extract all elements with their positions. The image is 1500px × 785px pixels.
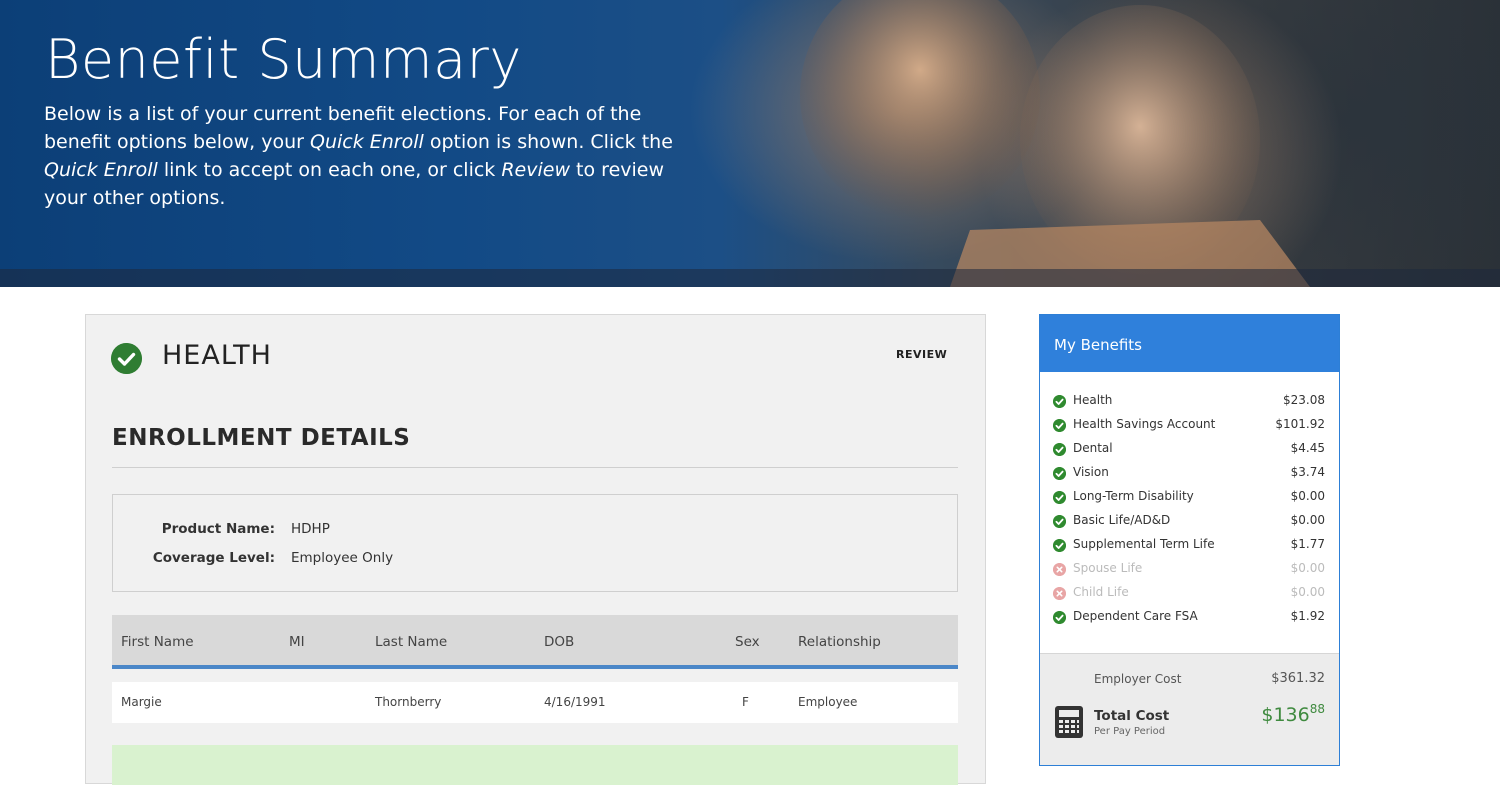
benefit-item[interactable]: Basic Life/AD&D $0.00 bbox=[1040, 513, 1339, 533]
product-name-row: Product Name: HDHP bbox=[113, 521, 959, 541]
benefit-item[interactable]: Dental $4.45 bbox=[1040, 441, 1339, 461]
column-header-mi: MI bbox=[289, 634, 305, 650]
column-header-first-name: First Name bbox=[121, 634, 194, 650]
benefit-amount: $101.92 bbox=[1275, 417, 1325, 431]
benefit-item[interactable]: Child Life $0.00 bbox=[1040, 585, 1339, 605]
hero-banner: Benefit Summary Below is a list of your … bbox=[0, 0, 1500, 287]
my-benefits-panel: My Benefits Health $23.08 Health Savings A… bbox=[1039, 314, 1340, 766]
benefit-name: Dependent Care FSA bbox=[1073, 609, 1198, 623]
section-title: HEALTH bbox=[162, 340, 272, 371]
benefit-name: Long-Term Disability bbox=[1073, 489, 1194, 503]
divider bbox=[112, 467, 958, 468]
x-circle-icon bbox=[1053, 587, 1066, 600]
check-circle-icon bbox=[1053, 515, 1066, 528]
calculator-icon bbox=[1055, 706, 1083, 738]
benefit-item[interactable]: Supplemental Term Life $1.77 bbox=[1040, 537, 1339, 557]
column-header-relationship: Relationship bbox=[798, 634, 881, 650]
check-circle-icon bbox=[1053, 611, 1066, 624]
check-circle-icon bbox=[1053, 491, 1066, 504]
benefit-name: Supplemental Term Life bbox=[1073, 537, 1215, 551]
benefit-item[interactable]: Health Savings Account $101.92 bbox=[1040, 417, 1339, 437]
product-details-box: Product Name: HDHP Coverage Level: Emplo… bbox=[112, 494, 958, 592]
benefit-name: Spouse Life bbox=[1073, 561, 1143, 575]
coverage-level-label: Coverage Level: bbox=[152, 550, 275, 566]
check-circle-icon bbox=[1053, 419, 1066, 432]
check-circle-icon bbox=[1053, 467, 1066, 480]
employer-cost-value: $361.32 bbox=[1271, 671, 1325, 686]
benefit-item[interactable]: Spouse Life $0.00 bbox=[1040, 561, 1339, 581]
page-title: Benefit Summary bbox=[45, 28, 522, 91]
column-header-dob: DOB bbox=[544, 634, 575, 650]
benefit-name: Dental bbox=[1073, 441, 1113, 455]
benefit-name: Health Savings Account bbox=[1073, 417, 1216, 431]
cost-summary: Employer Cost $361.32 Total Cost Per Pay… bbox=[1040, 653, 1339, 765]
my-benefits-title: My Benefits bbox=[1040, 315, 1339, 372]
cell-relationship: Employee bbox=[798, 695, 858, 709]
benefit-name: Health bbox=[1073, 393, 1113, 407]
hero-photo bbox=[800, 0, 1310, 287]
total-cost-subtitle: Per Pay Period bbox=[1094, 726, 1166, 737]
benefit-amount: $23.08 bbox=[1283, 393, 1325, 407]
benefit-item[interactable]: Vision $3.74 bbox=[1040, 465, 1339, 485]
benefit-name: Child Life bbox=[1073, 585, 1129, 599]
cell-sex: F bbox=[742, 695, 749, 709]
check-circle-icon bbox=[1053, 443, 1066, 456]
benefit-amount: $0.00 bbox=[1290, 585, 1325, 599]
product-name-label: Product Name: bbox=[161, 521, 275, 537]
x-circle-icon bbox=[1053, 563, 1066, 576]
benefit-amount: $1.77 bbox=[1290, 537, 1325, 551]
column-header-last-name: Last Name bbox=[375, 634, 448, 650]
health-benefit-card: HEALTH REVIEW ENROLLMENT DETAILS Product… bbox=[85, 314, 986, 785]
page-description: Below is a list of your current benefit … bbox=[44, 103, 673, 209]
total-cost-label: Total Cost bbox=[1094, 708, 1170, 724]
cell-first-name: Margie bbox=[121, 695, 162, 709]
benefit-amount: $4.45 bbox=[1290, 441, 1325, 455]
benefit-name: Vision bbox=[1073, 465, 1109, 479]
benefit-name: Basic Life/AD&D bbox=[1073, 513, 1171, 527]
benefit-amount: $1.92 bbox=[1290, 609, 1325, 623]
benefit-amount: $0.00 bbox=[1290, 489, 1325, 503]
coverage-level-value: Employee Only bbox=[291, 550, 394, 566]
product-name-value: HDHP bbox=[291, 521, 330, 537]
benefit-item[interactable]: Dependent Care FSA $1.92 bbox=[1040, 609, 1339, 629]
hero-band bbox=[0, 269, 1500, 287]
check-circle-icon bbox=[111, 343, 142, 374]
enrollment-details-heading: ENROLLMENT DETAILS bbox=[112, 425, 411, 451]
quick-enroll-strip bbox=[112, 745, 958, 785]
employer-cost-label: Employer Cost bbox=[1094, 672, 1182, 686]
coverage-level-row: Coverage Level: Employee Only bbox=[113, 550, 959, 570]
benefit-amount: $0.00 bbox=[1290, 561, 1325, 575]
total-cost-value: $13688 bbox=[1261, 702, 1325, 726]
benefit-item[interactable]: Long-Term Disability $0.00 bbox=[1040, 489, 1339, 509]
cell-last-name: Thornberry bbox=[375, 695, 442, 709]
dependents-table-header: First Name MI Last Name DOB Sex Relation… bbox=[112, 615, 958, 669]
table-row: Margie Thornberry 4/16/1991 F Employee bbox=[112, 682, 958, 723]
cell-dob: 4/16/1991 bbox=[544, 695, 606, 709]
check-circle-icon bbox=[1053, 539, 1066, 552]
column-header-sex: Sex bbox=[735, 634, 760, 650]
benefit-amount: $0.00 bbox=[1290, 513, 1325, 527]
review-button[interactable]: REVIEW bbox=[886, 344, 957, 365]
benefit-item[interactable]: Health $23.08 bbox=[1040, 393, 1339, 413]
check-circle-icon bbox=[1053, 395, 1066, 408]
benefit-amount: $3.74 bbox=[1290, 465, 1325, 479]
